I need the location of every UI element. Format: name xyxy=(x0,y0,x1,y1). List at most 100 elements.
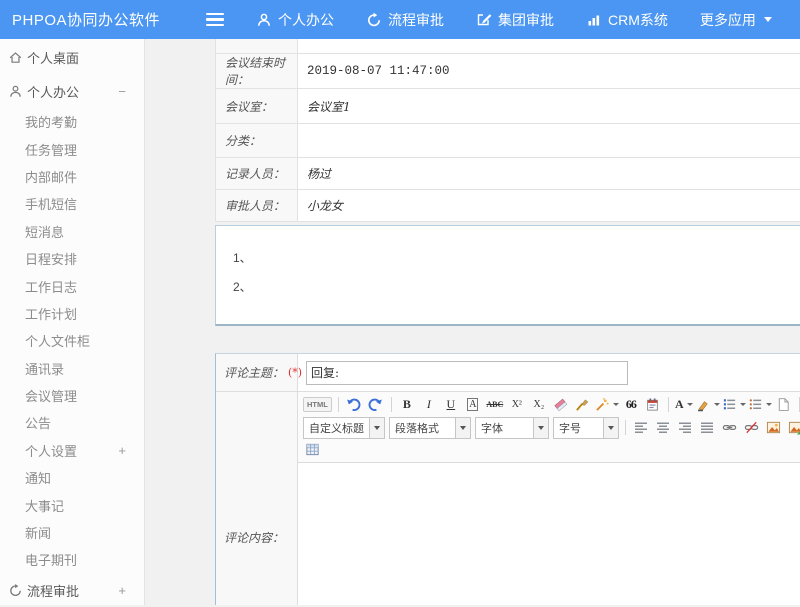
sidebar-item-e-journal[interactable]: 电子期刊 xyxy=(0,546,144,573)
bar-chart-icon xyxy=(586,12,608,28)
align-right-icon[interactable] xyxy=(675,418,695,437)
clipboard-icon[interactable] xyxy=(643,395,663,414)
refresh-icon xyxy=(8,583,23,598)
sidebar-item-schedule[interactable]: 日程安排 xyxy=(0,245,144,272)
sidebar-item-contacts[interactable]: 通讯录 xyxy=(0,355,144,382)
superscript-button[interactable]: X² xyxy=(507,395,527,414)
note-line: 2、 xyxy=(233,273,800,302)
sidebar-item-personal-desktop[interactable]: 个人桌面 xyxy=(0,39,144,75)
chevron-down-icon xyxy=(740,403,746,406)
sidebar-item-personal-office[interactable]: 个人办公 − xyxy=(0,75,144,108)
comment-content-row: 评论内容： HTML B I U A xyxy=(216,392,800,605)
nav-label: 更多应用 xyxy=(700,10,756,30)
align-justify-icon[interactable] xyxy=(697,418,717,437)
menu-toggle-button[interactable] xyxy=(206,13,224,26)
nav-label: 个人办公 xyxy=(278,10,334,30)
heading-select[interactable]: 自定义标题 xyxy=(303,417,385,439)
bold-button[interactable]: B xyxy=(397,395,417,414)
align-left-icon[interactable] xyxy=(631,418,651,437)
italic-button[interactable]: I xyxy=(419,395,439,414)
app-logo: PHPOA协同办公软件 xyxy=(0,9,198,30)
sidebar-item-internal-mail[interactable]: 内部邮件 xyxy=(0,163,144,190)
sidebar-item-work-log[interactable]: 工作日志 xyxy=(0,272,144,299)
undo-icon[interactable] xyxy=(344,395,364,414)
meeting-notes-box: 1、 2、 xyxy=(215,225,800,326)
chevron-down-icon xyxy=(714,403,720,406)
editor-content-area[interactable] xyxy=(298,463,800,605)
chevron-down-icon xyxy=(369,418,384,438)
font-color-button[interactable]: A xyxy=(674,395,694,414)
meeting-info-table: 会议结束时间： 2019-08-07 11:47:00 会议室： 会议室1 分类… xyxy=(215,39,800,222)
chevron-down-icon xyxy=(455,418,470,438)
table-row-approver: 审批人员： 小龙女 xyxy=(216,190,800,222)
link-icon[interactable] xyxy=(719,418,739,437)
sidebar-item-personal-settings[interactable]: 个人设置 + xyxy=(0,437,144,464)
expand-icon[interactable]: + xyxy=(118,583,126,598)
sidebar-item-sms[interactable]: 手机短信 xyxy=(0,190,144,217)
insert-table-icon[interactable] xyxy=(302,440,322,459)
nav-workflow-approval[interactable]: 流程审批 xyxy=(366,10,444,30)
table-row xyxy=(216,39,800,54)
expand-icon[interactable]: + xyxy=(118,443,126,458)
border-text-button[interactable]: A xyxy=(467,398,478,411)
top-nav-bar: PHPOA协同办公软件 个人办公 流程审批 集团审批 CRM系统 更多应用 xyxy=(0,0,800,39)
user-icon xyxy=(8,84,23,99)
highlight-color-icon[interactable] xyxy=(696,395,720,414)
sidebar-item-task-management[interactable]: 任务管理 xyxy=(0,135,144,162)
sidebar-item-announcement[interactable]: 公告 xyxy=(0,409,144,436)
chevron-down-icon xyxy=(766,403,772,406)
unordered-list-icon[interactable] xyxy=(748,395,772,414)
unlink-icon[interactable] xyxy=(741,418,761,437)
editor-toolbar: HTML B I U A ABC X² X₂ xyxy=(298,392,800,463)
table-row-meeting-room: 会议室： 会议室1 xyxy=(216,89,800,124)
redo-icon[interactable] xyxy=(366,395,386,414)
home-icon xyxy=(8,50,23,65)
strikethrough-button[interactable]: ABC xyxy=(485,395,505,414)
new-page-icon[interactable] xyxy=(774,395,794,414)
comment-subject-input[interactable] xyxy=(306,361,628,385)
table-row-meeting-end-time: 会议结束时间： 2019-08-07 11:47:00 xyxy=(216,54,800,89)
nav-label: 流程审批 xyxy=(388,10,444,30)
sidebar-item-personal-files[interactable]: 个人文件柜 xyxy=(0,327,144,354)
table-row-category: 分类： xyxy=(216,124,800,158)
note-line: 1、 xyxy=(233,244,800,273)
blockquote-button[interactable]: 66 xyxy=(621,395,641,414)
sidebar-item-my-attendance[interactable]: 我的考勤 xyxy=(0,108,144,135)
insert-image-icon[interactable] xyxy=(763,418,783,437)
refresh-icon xyxy=(366,12,388,28)
subscript-button[interactable]: X₂ xyxy=(529,395,549,414)
sidebar-item-notice[interactable]: 通知 xyxy=(0,464,144,491)
sidebar-item-work-plan[interactable]: 工作计划 xyxy=(0,300,144,327)
html-source-button[interactable]: HTML xyxy=(303,397,332,412)
screenshot-icon[interactable] xyxy=(785,418,800,437)
sidebar-item-short-message[interactable]: 短消息 xyxy=(0,218,144,245)
chevron-down-icon xyxy=(533,418,548,438)
eraser-icon[interactable] xyxy=(551,395,571,414)
sidebar-item-workflow-approval[interactable]: 流程审批 + xyxy=(0,574,144,607)
user-icon xyxy=(256,12,278,28)
ordered-list-icon[interactable] xyxy=(722,395,746,414)
sidebar: 个人桌面 个人办公 − 我的考勤 任务管理 内部邮件 手机短信 短消息 日程安排… xyxy=(0,39,145,605)
chevron-down-icon xyxy=(613,403,619,406)
nav-crm-system[interactable]: CRM系统 xyxy=(586,10,668,30)
font-family-select[interactable]: 字体 xyxy=(475,417,549,439)
comment-subject-row: 评论主题： (*) xyxy=(216,354,800,392)
chevron-down-icon xyxy=(603,418,618,438)
sidebar-item-major-events[interactable]: 大事记 xyxy=(0,491,144,518)
sidebar-item-meeting-management[interactable]: 会议管理 xyxy=(0,382,144,409)
collapse-icon[interactable]: − xyxy=(118,84,126,99)
autotypeset-icon[interactable] xyxy=(595,395,619,414)
paragraph-format-select[interactable]: 段落格式 xyxy=(389,417,471,439)
nav-group-approval[interactable]: 集团审批 xyxy=(476,10,554,30)
sidebar-item-news[interactable]: 新闻 xyxy=(0,519,144,546)
chevron-down-icon xyxy=(687,403,693,406)
align-center-icon[interactable] xyxy=(653,418,673,437)
rich-text-editor: HTML B I U A ABC X² X₂ xyxy=(298,392,800,605)
format-painter-icon[interactable] xyxy=(573,395,593,414)
edit-icon xyxy=(476,12,498,28)
nav-personal-office[interactable]: 个人办公 xyxy=(256,10,334,30)
nav-more-apps[interactable]: 更多应用 xyxy=(700,10,772,30)
comment-content-label: 评论内容： xyxy=(216,392,298,605)
font-size-select[interactable]: 字号 xyxy=(553,417,619,439)
underline-button[interactable]: U xyxy=(441,395,461,414)
